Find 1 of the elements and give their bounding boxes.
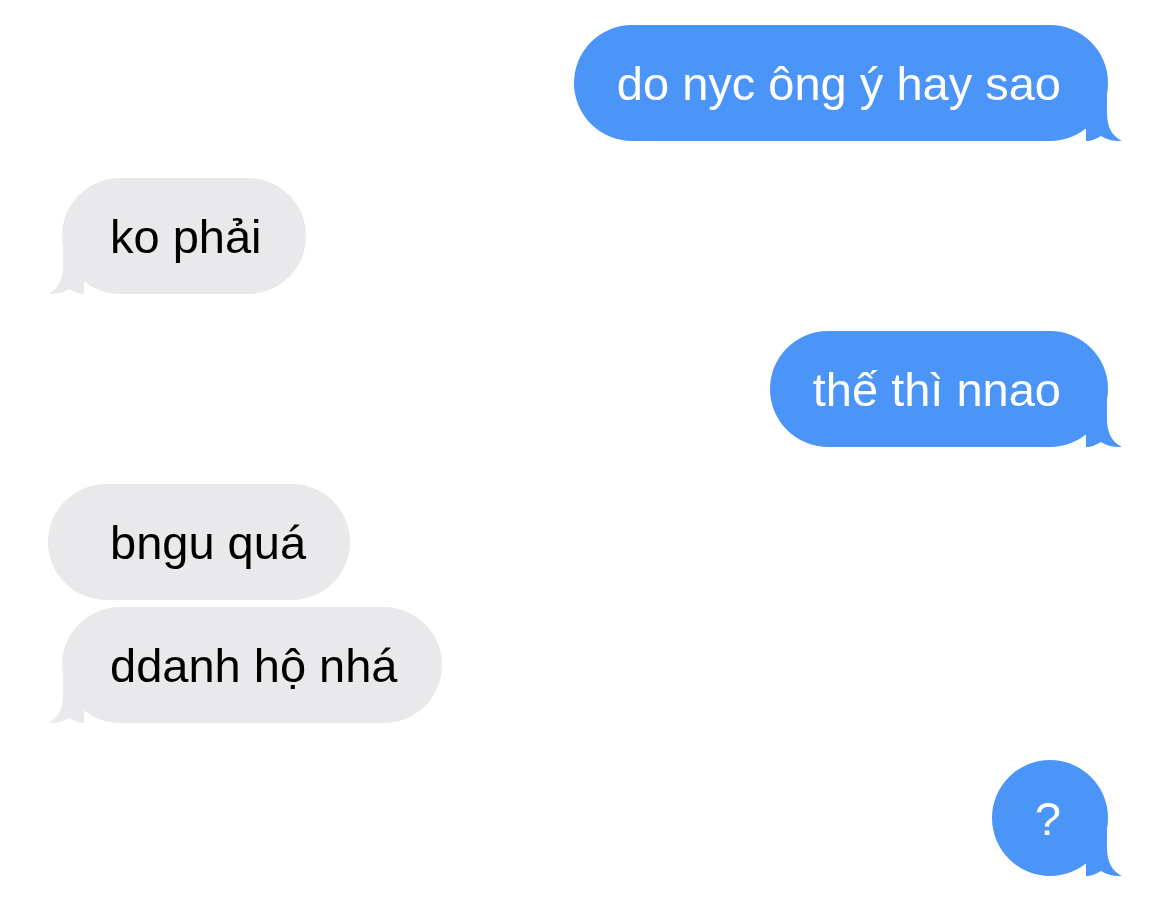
message-bubble: bngu quá [48, 484, 351, 600]
